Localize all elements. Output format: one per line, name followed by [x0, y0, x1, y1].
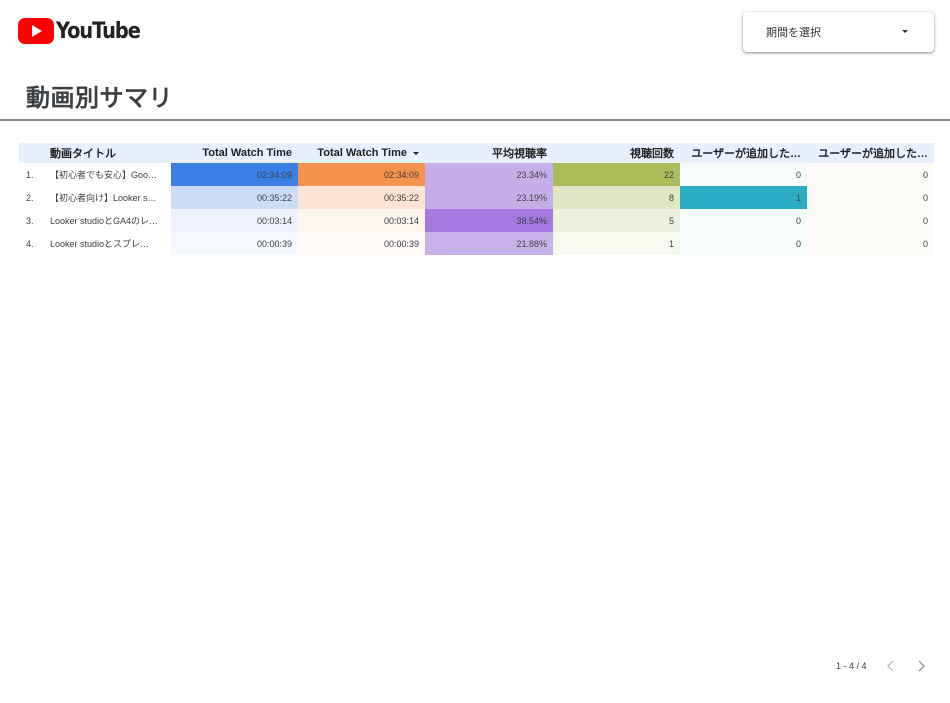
date-range-label: 期間を選択	[766, 27, 821, 39]
views-cell: 5	[553, 209, 680, 232]
user-added-1-cell: 0	[680, 232, 807, 255]
row-index: 1.	[26, 169, 34, 180]
sort-descending-icon	[413, 151, 419, 155]
youtube-logo: YouTube	[18, 18, 151, 44]
row-index: 3.	[26, 215, 34, 226]
user-added-2-cell: 0	[807, 163, 934, 186]
avg-view-rate-cell: 38.54%	[425, 209, 553, 232]
column-header-total-watch-time-sorted[interactable]: Total Watch Time	[298, 143, 425, 163]
column-header-user-added-1[interactable]: ユーザーが追加した…	[680, 143, 807, 163]
title-divider	[0, 119, 950, 121]
table-row[interactable]: 3. Looker studioとGA4のレ… 00:03:14 00:03:14 38…	[19, 209, 934, 232]
header-index	[19, 143, 50, 163]
table-row[interactable]: 1. 【初心者でも安心】Goo… 02:34:09 02:34:09 23.34% 22 0…	[19, 163, 934, 186]
next-page-button[interactable]	[914, 658, 928, 674]
views-cell: 22	[553, 163, 680, 186]
column-header-avg-view-rate[interactable]: 平均視聴率	[425, 143, 553, 163]
video-summary-table: 動画タイトル Total Watch Time Total Watch Time…	[19, 143, 934, 255]
user-added-2-cell: 0	[807, 209, 934, 232]
watch-time-cell: 00:00:39	[171, 232, 298, 255]
watch-time-cell: 00:03:14	[171, 209, 298, 232]
column-header-total-watch-time[interactable]: Total Watch Time	[171, 143, 298, 163]
video-title-cell: 【初心者でも安心】Goo…	[50, 170, 158, 180]
user-added-1-cell: 0	[680, 209, 807, 232]
watch-time-cell: 00:35:22	[171, 186, 298, 209]
youtube-play-icon	[18, 18, 54, 44]
table-body: 1. 【初心者でも安心】Goo… 02:34:09 02:34:09 23.34% 22 0…	[19, 163, 934, 255]
watch-time-cell: 02:34:09	[171, 163, 298, 186]
date-range-picker[interactable]: 期間を選択	[743, 12, 934, 52]
table-row[interactable]: 4. Looker studioとスプレ… 00:00:39 00:00:39 21.8…	[19, 232, 934, 255]
column-header-video-title[interactable]: 動画タイトル	[50, 143, 171, 163]
row-index: 2.	[26, 192, 34, 203]
youtube-logo-text: YouTube	[56, 18, 141, 44]
user-added-2-cell: 0	[807, 186, 934, 209]
watch-time-sorted-cell: 00:03:14	[298, 209, 425, 232]
table-header-row: 動画タイトル Total Watch Time Total Watch Time…	[19, 143, 934, 163]
chevron-left-icon	[886, 660, 894, 672]
views-cell: 8	[553, 186, 680, 209]
avg-view-rate-cell: 23.19%	[425, 186, 553, 209]
user-added-1-cell: 0	[680, 163, 807, 186]
chevron-right-icon	[918, 660, 926, 672]
avg-view-rate-cell: 21.88%	[425, 232, 553, 255]
watch-time-sorted-cell: 02:34:09	[298, 163, 425, 186]
row-index: 4.	[26, 238, 34, 249]
table-row[interactable]: 2. 【初心者向け】Looker s… 00:35:22 00:35:22 23.19%…	[19, 186, 934, 209]
video-title-cell: Looker studioとスプレ…	[50, 239, 150, 249]
watch-time-sorted-cell: 00:00:39	[298, 232, 425, 255]
avg-view-rate-cell: 23.34%	[425, 163, 553, 186]
pagination-label: 1 - 4 / 4	[836, 661, 867, 671]
video-title-cell: 【初心者向け】Looker s…	[50, 193, 157, 203]
views-cell: 1	[553, 232, 680, 255]
caret-down-icon	[902, 30, 908, 33]
user-added-2-cell: 0	[807, 232, 934, 255]
watch-time-sorted-cell: 00:35:22	[298, 186, 425, 209]
page-title: 動画別サマリ	[26, 85, 173, 112]
video-title-cell: Looker studioとGA4のレ…	[50, 216, 159, 226]
user-added-1-cell: 1	[680, 186, 807, 209]
previous-page-button[interactable]	[884, 658, 898, 674]
column-header-user-added-2[interactable]: ユーザーが追加した…	[807, 143, 934, 163]
column-header-views[interactable]: 視聴回数	[553, 143, 680, 163]
